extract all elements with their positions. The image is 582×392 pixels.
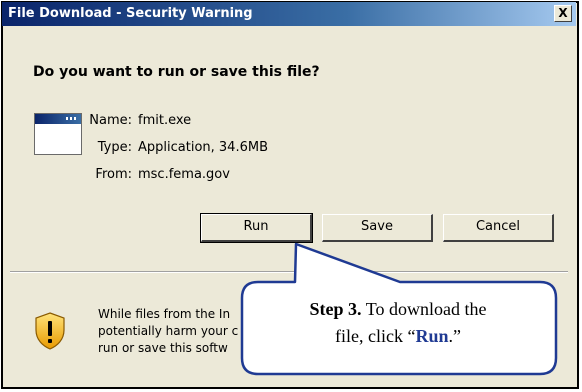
name-label: Name: [89,113,132,128]
run-button[interactable]: Run [200,213,313,243]
close-icon: X [558,6,568,20]
type-label: Type: [97,140,132,155]
title-bar[interactable]: File Download - Security Warning X [2,2,576,26]
from-value: msc.fema.gov [138,167,230,182]
callout-text-b: file, click “ [335,326,416,346]
type-row: Type: Application, 34.6MB [72,140,372,158]
callout-line-2: file, click “Run.” [248,323,548,350]
callout-run: Run [415,326,449,346]
callout-text-a: To download the [361,299,487,319]
cancel-button[interactable]: Cancel [443,214,554,242]
callout-step: Step 3. [309,299,362,319]
type-value: Application, 34.6MB [138,140,268,155]
callout-text: Step 3. To download the file, click “Run… [248,296,548,350]
callout-line-1: Step 3. To download the [248,296,548,323]
close-button[interactable]: X [554,5,572,22]
divider [10,271,568,273]
shield-warning-icon [35,312,65,350]
callout-text-c: .” [448,326,462,346]
name-row: Name: fmit.exe [72,113,372,131]
name-value: fmit.exe [138,113,192,128]
from-row: From: msc.fema.gov [72,167,372,185]
save-button[interactable]: Save [322,214,433,242]
from-label: From: [95,167,132,182]
window-title: File Download - Security Warning [8,6,253,21]
dialog-question: Do you want to run or save this file? [33,64,320,80]
